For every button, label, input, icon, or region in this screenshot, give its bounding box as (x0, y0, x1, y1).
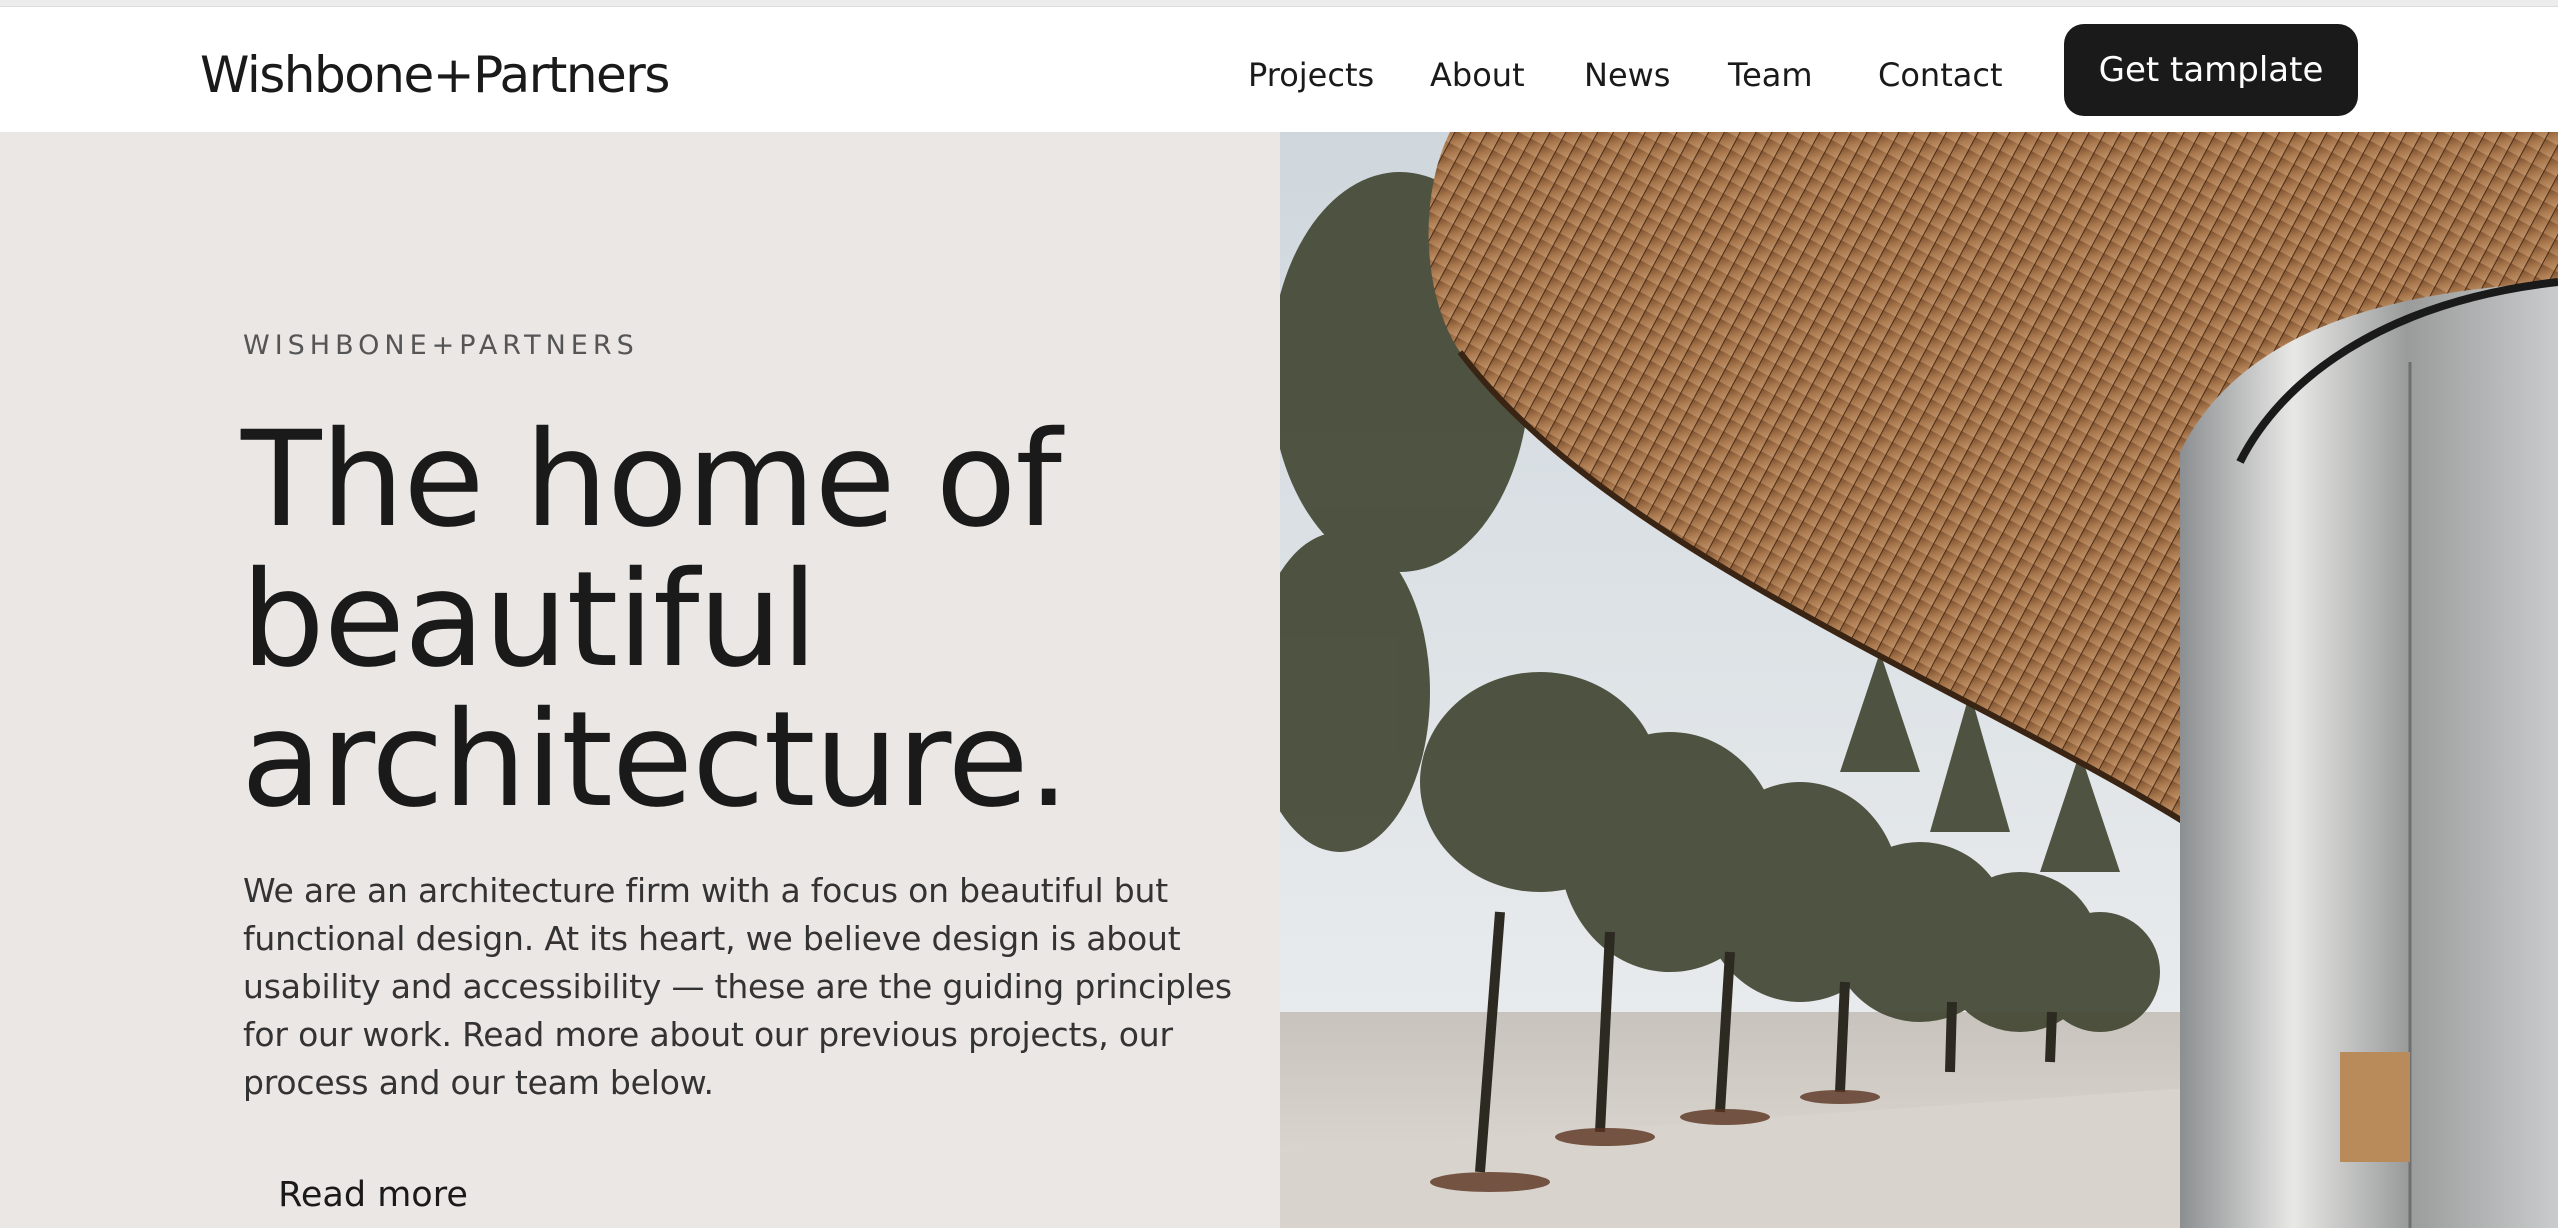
nav-team[interactable]: Team (1728, 52, 1813, 98)
eyebrow-label: WISHBONE+PARTNERS (243, 330, 639, 361)
top-border (0, 0, 2558, 7)
read-more-button[interactable]: Read more (243, 1162, 503, 1228)
nav-contact[interactable]: Contact (1878, 52, 2003, 98)
nav-news[interactable]: News (1584, 52, 1670, 98)
headline-line: The home of (241, 403, 1062, 557)
hero-text-panel: WISHBONE+PARTNERS The home of beautiful … (0, 132, 1280, 1228)
hero-image (1280, 132, 2558, 1228)
get-template-button[interactable]: Get tamplate (2064, 24, 2358, 116)
site-header: Wishbone+Partners Projects About News Te… (0, 7, 2558, 132)
nav-about[interactable]: About (1430, 52, 1525, 98)
hero-description: We are an architecture firm with a focus… (243, 867, 1233, 1107)
hero-headline: The home of beautiful architecture. (241, 410, 1261, 830)
headline-line: architecture. (241, 683, 1070, 837)
description-line: We are an architecture firm with a focus… (243, 871, 1168, 910)
description-line: functional design. At its heart, we beli… (243, 919, 1181, 958)
description-line: process and our team below. (243, 1063, 714, 1102)
nav-projects[interactable]: Projects (1248, 52, 1374, 98)
brand-logo[interactable]: Wishbone+Partners (200, 45, 670, 105)
description-line: usability and accessibility — these are … (243, 967, 1232, 1006)
description-line: for our work. Read more about our previo… (243, 1015, 1173, 1054)
headline-line: beautiful (241, 543, 818, 697)
